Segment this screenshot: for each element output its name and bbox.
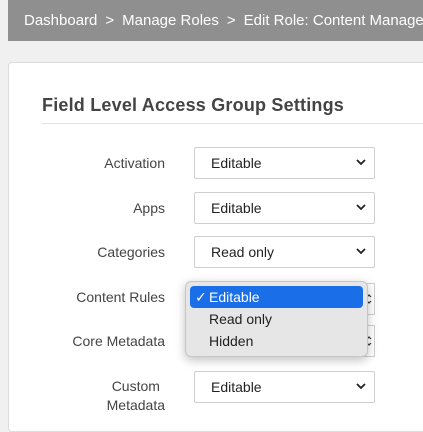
content-rules-dropdown-menu: ✓ Editable Read only Hidden [185,281,368,357]
label-custom-metadata: Custom Metadata [107,377,165,415]
categories-select-value: Read only [211,244,275,260]
option-label: Editable [209,289,260,305]
label-activation: Activation [104,155,165,171]
custom-metadata-select-value: Editable [211,379,262,395]
label-custom-metadata-line1: Custom [111,378,160,394]
label-custom-metadata-line2: Metadata [106,397,165,413]
custom-metadata-select[interactable]: Editable [194,371,375,403]
chevron-down-icon [356,204,366,211]
option-label: Read only [209,311,273,327]
chevron-down-icon [356,383,366,390]
option-editable[interactable]: ✓ Editable [190,286,363,308]
chevron-down-icon [356,248,366,255]
categories-select[interactable]: Read only [194,236,375,268]
activation-select[interactable]: Editable [194,147,375,179]
apps-select[interactable]: Editable [194,192,375,224]
label-content-rules: Content Rules [76,289,165,305]
label-core-metadata: Core Metadata [72,333,165,349]
breadcrumb-dashboard[interactable]: Dashboard [24,12,97,29]
option-hidden[interactable]: Hidden [190,330,363,352]
section-divider [42,123,423,124]
breadcrumb: Dashboard > Manage Roles > Edit Role: Co… [8,0,423,41]
checkmark-icon: ✓ [195,289,207,305]
option-label: Hidden [209,333,254,349]
section-title: Field Level Access Group Settings [42,95,345,115]
option-read-only[interactable]: Read only [190,308,363,330]
breadcrumb-current: Edit Role: Content Manager [243,12,423,29]
label-categories: Categories [97,244,165,260]
label-apps: Apps [133,200,165,216]
activation-select-value: Editable [211,155,262,171]
breadcrumb-manage-roles[interactable]: Manage Roles [122,12,219,29]
breadcrumb-separator: > [105,12,115,29]
breadcrumb-separator: > [226,12,236,29]
apps-select-value: Editable [211,200,262,216]
chevron-down-icon [356,159,366,166]
